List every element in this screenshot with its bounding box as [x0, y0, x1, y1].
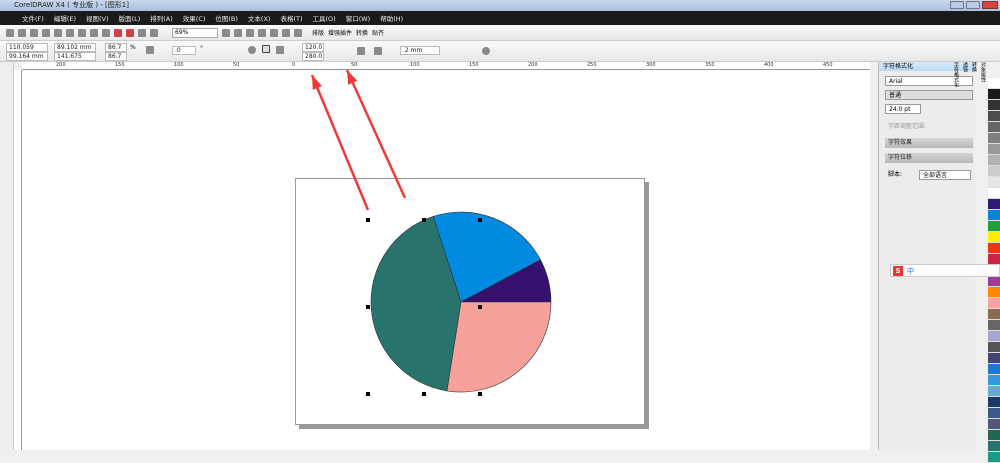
selection-handle[interactable]	[422, 218, 426, 222]
arrowhead	[347, 70, 358, 85]
palette-swatch[interactable]	[988, 397, 1000, 408]
palette-swatch[interactable]	[988, 408, 1000, 419]
tab-transform[interactable]: 转换	[971, 62, 978, 152]
palette-swatch[interactable]	[988, 430, 1000, 441]
palette-swatch[interactable]	[988, 353, 1000, 364]
palette-swatch[interactable]	[988, 298, 1000, 309]
palette-swatch[interactable]	[988, 78, 1000, 89]
tab-object-properties[interactable]: 对象属性	[980, 62, 987, 152]
palette-swatch[interactable]	[988, 320, 1000, 331]
palette-swatch[interactable]	[988, 133, 1000, 144]
palette-swatch[interactable]	[988, 177, 1000, 188]
sogou-logo-icon: S	[893, 265, 903, 276]
character-format-docker: 字符格式化 Arial 普通 24.0 pt 字距调整范围: 字符效果 字符位移…	[878, 62, 976, 450]
palette-swatch[interactable]	[988, 210, 1000, 221]
palette-swatch[interactable]	[988, 342, 1000, 353]
palette-swatch[interactable]	[988, 452, 1000, 463]
palette-swatch[interactable]	[988, 199, 1000, 210]
selection-handle[interactable]	[366, 305, 370, 309]
tab-character-format[interactable]: 字符格式化	[953, 62, 960, 152]
palette-swatch[interactable]	[988, 276, 1000, 287]
palette-swatch[interactable]	[988, 331, 1000, 342]
palette-swatch[interactable]	[988, 375, 1000, 386]
ime-toolbar: S 中	[890, 264, 1000, 277]
annotation-arrows	[310, 69, 407, 211]
font-size-field[interactable]: 24.0 pt	[885, 104, 921, 114]
palette-swatch[interactable]	[988, 166, 1000, 177]
selection-handle[interactable]	[478, 218, 482, 222]
arrowhead	[312, 75, 322, 90]
palette-swatch[interactable]	[988, 155, 1000, 166]
script-select[interactable]: 全部语言	[919, 170, 971, 180]
palette-swatch[interactable]	[988, 221, 1000, 232]
palette-swatch[interactable]	[988, 364, 1000, 375]
palette-swatch[interactable]	[988, 100, 1000, 111]
drawing-overlay	[310, 69, 552, 396]
palette-swatch[interactable]	[988, 232, 1000, 243]
selection-handle[interactable]	[478, 305, 482, 309]
character-displacement-section[interactable]: 字符位移	[885, 153, 973, 163]
palette-swatch[interactable]	[988, 243, 1000, 254]
palette-swatch[interactable]	[988, 287, 1000, 298]
selection-handle[interactable]	[422, 392, 426, 396]
palette-swatch[interactable]	[988, 309, 1000, 320]
palette-swatch[interactable]	[988, 144, 1000, 155]
palette-swatch[interactable]	[988, 122, 1000, 133]
palette-swatch[interactable]	[988, 188, 1000, 199]
palette-swatch[interactable]	[988, 419, 1000, 430]
tab-lens[interactable]: 透镜	[962, 62, 969, 152]
selection-handle[interactable]	[366, 218, 370, 222]
palette-swatch[interactable]	[988, 89, 1000, 100]
palette-swatch[interactable]	[988, 441, 1000, 452]
docker-tabs: 对象属性 转换 透镜 字符格式化	[953, 62, 987, 152]
script-label: 脚本:	[888, 171, 903, 178]
pie-slice[interactable]	[446, 301, 552, 393]
pie-chart-object[interactable]	[370, 211, 552, 393]
palette-swatch[interactable]	[988, 386, 1000, 397]
selection-handle[interactable]	[366, 392, 370, 396]
selection-handle[interactable]	[478, 392, 482, 396]
palette-swatch[interactable]	[988, 111, 1000, 122]
ime-language-toggle[interactable]: 中	[907, 266, 914, 276]
